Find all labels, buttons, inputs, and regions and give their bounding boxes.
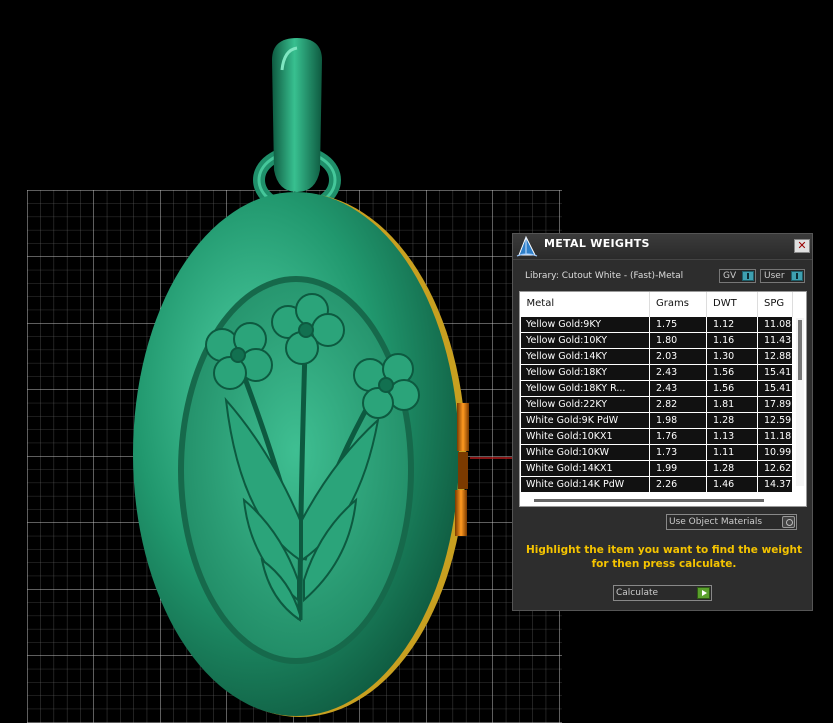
table-row[interactable]: Yellow Gold:22KY 2.82 1.81 17.89 — [520, 395, 793, 413]
cell-dwt: 1.28 — [706, 411, 758, 429]
gv-switch-icon — [742, 271, 754, 281]
column-header-grams[interactable]: Grams — [649, 292, 707, 316]
cell-metal: White Gold:10KW — [520, 443, 650, 461]
table-row[interactable]: White Gold:14K PdW 2.26 1.46 14.37 — [520, 475, 793, 493]
play-icon[interactable] — [697, 587, 710, 599]
cell-dwt: 1.81 — [706, 395, 758, 413]
table-row[interactable]: White Gold:10KW 1.73 1.11 10.99 — [520, 443, 793, 461]
cell-spg: 11.43 — [757, 331, 793, 349]
metal-table-container: Metal Grams DWT SPG Yellow Gold:9KY 1.75 1… — [519, 291, 807, 507]
calculate-button[interactable]: Calculate — [613, 585, 712, 601]
cell-dwt: 1.13 — [706, 427, 758, 445]
cell-spg: 15.41 — [757, 379, 793, 397]
use-object-materials-label: Use Object Materials — [669, 517, 763, 527]
user-switch-icon — [791, 271, 803, 281]
gv-toggle-label: GV — [723, 271, 737, 281]
cell-metal: Yellow Gold:10KY — [520, 331, 650, 349]
table-horizontal-scrollbar[interactable] — [534, 499, 764, 502]
cell-dwt: 1.56 — [706, 379, 758, 397]
cell-metal: Yellow Gold:9KY — [520, 315, 650, 333]
cell-grams: 1.73 — [649, 443, 707, 461]
calculate-label: Calculate — [616, 588, 659, 598]
close-button[interactable]: ✕ — [794, 239, 810, 253]
metal-weights-panel: METAL WEIGHTS ✕ Library: Cutout White - … — [512, 233, 813, 611]
app-logo-icon — [516, 235, 538, 257]
cell-spg: 11.08 — [757, 315, 793, 333]
cell-grams: 1.99 — [649, 459, 707, 477]
cell-spg: 10.99 — [757, 443, 793, 461]
cell-spg: 15.41 — [757, 363, 793, 381]
cell-grams: 1.75 — [649, 315, 707, 333]
cell-grams: 2.43 — [649, 363, 707, 381]
cell-dwt: 1.56 — [706, 363, 758, 381]
cell-metal: White Gold:9K PdW — [520, 411, 650, 429]
column-header-metal[interactable]: Metal — [520, 292, 650, 316]
cell-dwt: 1.11 — [706, 443, 758, 461]
cell-metal: Yellow Gold:14KY — [520, 347, 650, 365]
cell-spg: 12.88 — [757, 347, 793, 365]
table-row[interactable]: White Gold:9K PdW 1.98 1.28 12.59 — [520, 411, 793, 429]
cell-spg: 14.37 — [757, 475, 793, 493]
cell-spg: 11.18 — [757, 427, 793, 445]
cell-metal: White Gold:14KX1 — [520, 459, 650, 477]
cell-dwt: 1.12 — [706, 315, 758, 333]
column-header-spg[interactable]: SPG — [757, 292, 793, 316]
pendant-bail — [253, 38, 341, 214]
cell-grams: 1.80 — [649, 331, 707, 349]
column-header-dwt[interactable]: DWT — [706, 292, 758, 316]
cell-grams: 1.76 — [649, 427, 707, 445]
panel-title: METAL WEIGHTS — [544, 237, 650, 250]
cell-metal: Yellow Gold:18KY R... — [520, 379, 650, 397]
scrollbar-thumb[interactable] — [798, 320, 802, 380]
cell-metal: Yellow Gold:18KY — [520, 363, 650, 381]
cell-metal: White Gold:14K PdW — [520, 475, 650, 493]
cell-grams: 2.26 — [649, 475, 707, 493]
cell-grams: 2.03 — [649, 347, 707, 365]
cell-dwt: 1.16 — [706, 331, 758, 349]
cell-dwt: 1.30 — [706, 347, 758, 365]
gv-toggle[interactable]: GV — [719, 269, 756, 283]
cell-metal: White Gold:10KX1 — [520, 427, 650, 445]
table-row[interactable]: Yellow Gold:14KY 2.03 1.30 12.88 — [520, 347, 793, 365]
cell-spg: 12.59 — [757, 411, 793, 429]
instruction-text: Highlight the item you want to find the … — [526, 544, 802, 570]
radio-icon[interactable] — [782, 516, 795, 528]
table-row[interactable]: Yellow Gold:9KY 1.75 1.12 11.08 — [520, 315, 793, 333]
cell-dwt: 1.28 — [706, 459, 758, 477]
cell-dwt: 1.46 — [706, 475, 758, 493]
table-row[interactable]: Yellow Gold:18KY R... 2.43 1.56 15.41 — [520, 379, 793, 397]
use-object-materials-option[interactable]: Use Object Materials — [666, 514, 797, 530]
table-row[interactable]: White Gold:10KX1 1.76 1.13 11.18 — [520, 427, 793, 445]
metal-table: Metal Grams DWT SPG Yellow Gold:9KY 1.75 1… — [520, 292, 793, 493]
cell-grams: 2.43 — [649, 379, 707, 397]
table-header-row: Metal Grams DWT SPG — [520, 292, 793, 316]
cell-grams: 2.82 — [649, 395, 707, 413]
library-label: Library: Cutout White - (Fast)-Metal — [525, 271, 684, 281]
cell-grams: 1.98 — [649, 411, 707, 429]
panel-titlebar[interactable]: METAL WEIGHTS ✕ — [513, 234, 812, 260]
table-row[interactable]: Yellow Gold:18KY 2.43 1.56 15.41 — [520, 363, 793, 381]
table-row[interactable]: White Gold:14KX1 1.99 1.28 12.62 — [520, 459, 793, 477]
cell-spg: 17.89 — [757, 395, 793, 413]
table-row[interactable]: Yellow Gold:10KY 1.80 1.16 11.43 — [520, 331, 793, 349]
cell-spg: 12.62 — [757, 459, 793, 477]
cell-metal: Yellow Gold:22KY — [520, 395, 650, 413]
user-toggle-label: User — [764, 271, 785, 281]
user-toggle[interactable]: User — [760, 269, 805, 283]
table-vertical-scrollbar[interactable] — [796, 318, 804, 486]
